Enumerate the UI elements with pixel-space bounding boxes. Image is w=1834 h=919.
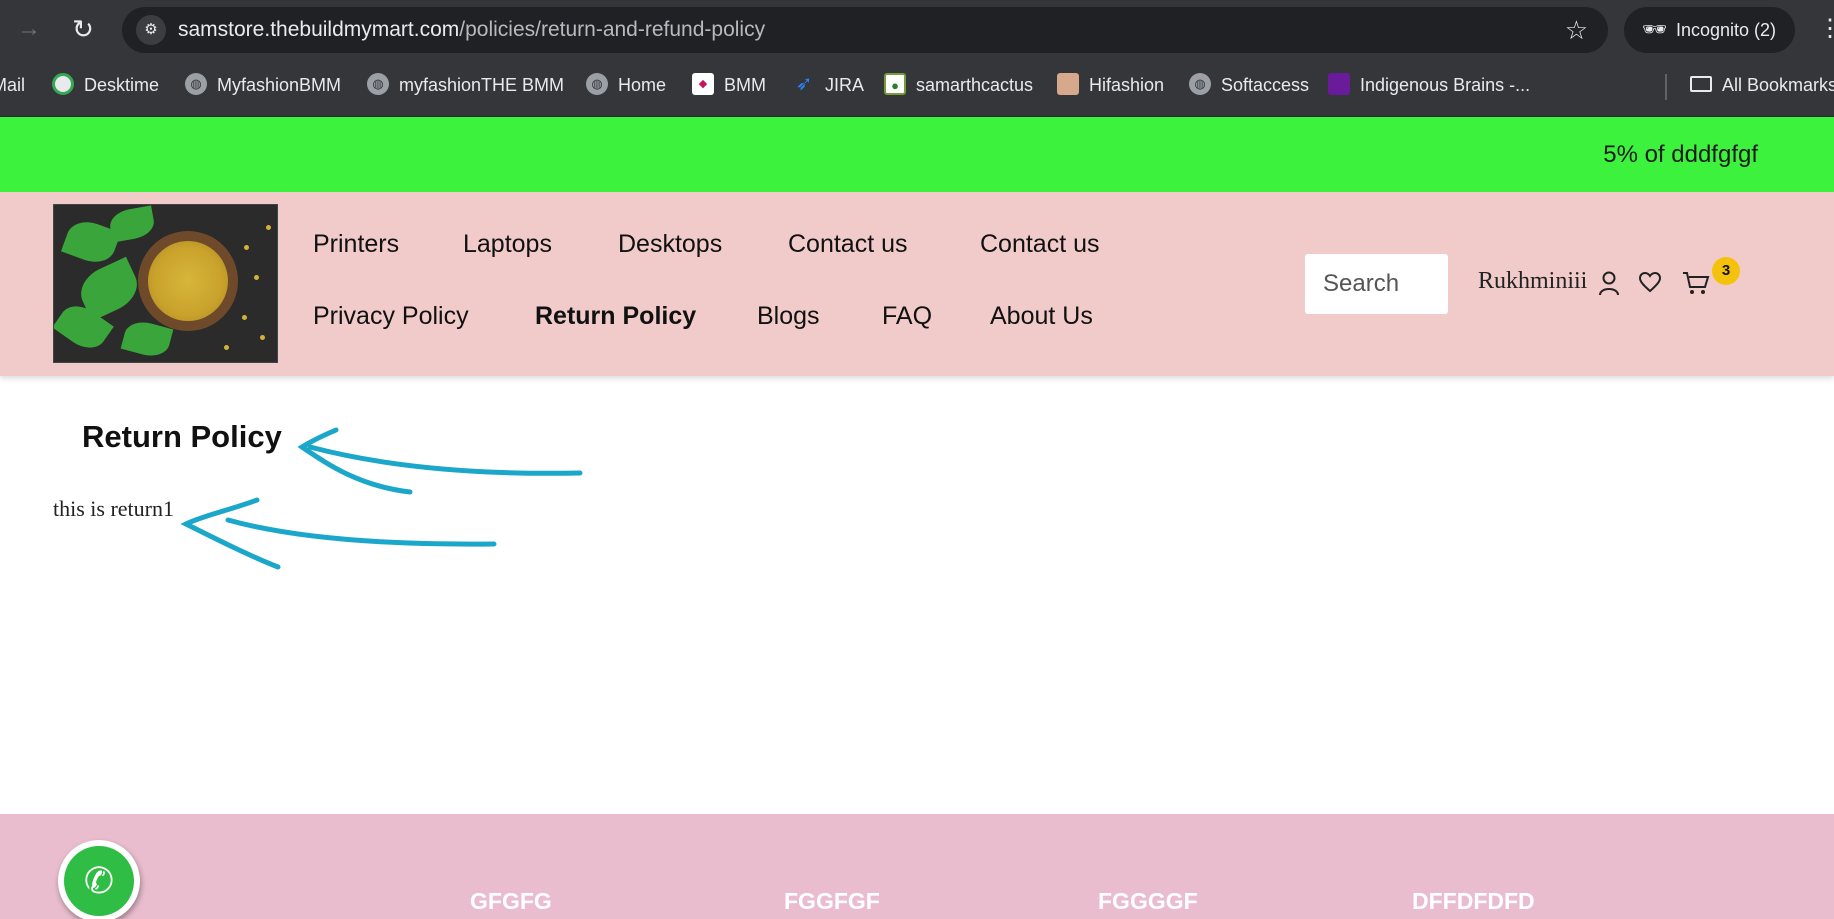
footer-heading: DFFDFDFD	[1412, 888, 1535, 914]
whatsapp-button[interactable]: ✆	[58, 840, 140, 919]
footer-heading: FGGFGF	[784, 888, 880, 914]
footer-heading: FGGGGF	[1098, 888, 1198, 914]
whatsapp-icon: ✆	[64, 846, 134, 916]
annotation-arrow-title	[297, 427, 583, 495]
annotation-arrows	[180, 427, 583, 570]
annotation-arrow-body	[180, 497, 497, 570]
footer-heading: GFGFG	[470, 888, 552, 914]
site-footer: ✆ GFGFG FGGFGF FGGGGF DFFDFDFD	[0, 814, 1834, 919]
